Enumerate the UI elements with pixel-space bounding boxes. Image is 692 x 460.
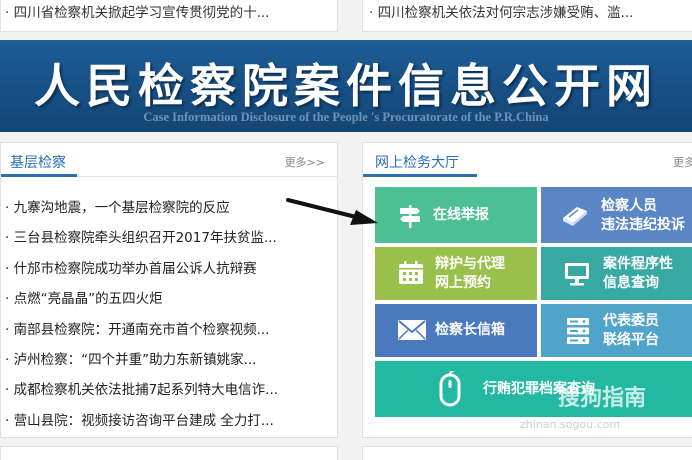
local-news-list: · 九寨沟地震，一个基层检察院的反应 · 三台县检察院牵头组织召开2017年扶贫… bbox=[5, 193, 278, 436]
staff-misconduct-label-line1: 检察人员 bbox=[601, 198, 657, 214]
staff-misconduct-tile[interactable]: 检察人员 违法违纪投诉 bbox=[541, 187, 692, 243]
arrow-icon bbox=[286, 198, 378, 225]
calendar-icon bbox=[399, 261, 423, 284]
services-panel-title[interactable]: 网上检务大厅 bbox=[375, 152, 459, 172]
news-item[interactable]: · 什邡市检察院成功举办首届公诉人抗辩赛 bbox=[5, 254, 278, 284]
signpost-icon bbox=[400, 205, 420, 228]
book-pen-icon bbox=[563, 207, 587, 226]
staff-misconduct-label-line2: 违法违纪投诉 bbox=[601, 217, 685, 233]
banner-subtitle: Case Information Disclosure of the Peopl… bbox=[143, 110, 549, 124]
bottom-left-panel bbox=[0, 446, 338, 460]
news-item[interactable]: · 三台县检察院牵头组织召开2017年扶贫监... bbox=[5, 223, 278, 253]
news-item[interactable]: · 九寨沟地震，一个基层检察院的反应 bbox=[5, 193, 278, 223]
online-report-tile[interactable]: 在线举报 bbox=[375, 187, 537, 243]
top-news-link-left[interactable]: · 四川省检察机关掀起学习宣传贯彻党的十... bbox=[5, 1, 269, 21]
case-info-query-label-line1: 案件程序性 bbox=[603, 256, 673, 272]
bottom-right-panel bbox=[362, 446, 692, 460]
server-icon bbox=[567, 318, 589, 344]
local-panel-title-underline bbox=[1, 174, 77, 177]
monitor-icon bbox=[565, 263, 589, 286]
defense-appointment-tile[interactable]: 辩护与代理 网上预约 bbox=[375, 247, 537, 300]
banner-title: 人民检察院案件信息公开网 bbox=[34, 59, 658, 113]
defense-appointment-label-line2: 网上预约 bbox=[435, 275, 491, 291]
news-item[interactable]: · 成都检察机关依法批捕7起系列特大电信诈... bbox=[5, 375, 278, 405]
news-item[interactable]: · 点燃“亮晶晶”的五四火炬 bbox=[5, 284, 278, 314]
local-panel-title[interactable]: 基层检察 bbox=[10, 152, 66, 172]
mouse-icon bbox=[439, 371, 461, 407]
chief-prosecutor-mailbox-label: 检察长信箱 bbox=[435, 322, 505, 338]
local-more-link[interactable]: 更多>> bbox=[285, 154, 325, 170]
chief-prosecutor-mailbox-tile[interactable]: 检察长信箱 bbox=[375, 304, 537, 357]
local-panel-header: 基层检察 更多>> bbox=[1, 143, 337, 177]
news-item[interactable]: · 南部县检察院：开通南充市首个检察视频... bbox=[5, 315, 278, 345]
site-banner: 人民检察院案件信息公开网 Case Information Disclosure… bbox=[0, 40, 692, 132]
envelope-icon bbox=[398, 320, 426, 340]
services-more-link[interactable]: 更多 bbox=[673, 154, 692, 170]
deputies-liaison-label-line2: 联络平台 bbox=[603, 332, 659, 348]
top-news-link-right[interactable]: · 四川检察机关依法对何宗志涉嫌受贿、滥... bbox=[369, 1, 633, 21]
online-report-label: 在线举报 bbox=[433, 207, 489, 223]
top-news-right-panel: · 四川检察机关依法对何宗志涉嫌受贿、滥... bbox=[362, 0, 692, 32]
local-procuratorate-panel: 基层检察 更多>> · 九寨沟地震，一个基层检察院的反应 · 三台县检察院牵头组… bbox=[0, 142, 338, 438]
top-news-left-panel: · 四川省检察机关掀起学习宣传贯彻党的十... bbox=[0, 0, 338, 32]
defense-appointment-label-line1: 辩护与代理 bbox=[435, 256, 505, 272]
watermark-text: 搜狗指南 bbox=[558, 386, 647, 411]
deputies-liaison-label-line1: 代表委员 bbox=[603, 313, 659, 329]
news-item[interactable]: · 泸州检察：“四个并重”助力东新镇姚家... bbox=[5, 345, 278, 375]
services-title-underline bbox=[363, 174, 477, 177]
case-info-query-label-line2: 信息查询 bbox=[603, 275, 659, 291]
case-info-query-tile[interactable]: 案件程序性 信息查询 bbox=[541, 247, 692, 300]
watermark-url: zhinan.sogou.com bbox=[520, 418, 621, 431]
news-item[interactable]: · 营山县院：视频接访咨询平台建成 全力打... bbox=[5, 406, 278, 436]
deputies-liaison-tile[interactable]: 代表委员 联络平台 bbox=[541, 304, 692, 357]
